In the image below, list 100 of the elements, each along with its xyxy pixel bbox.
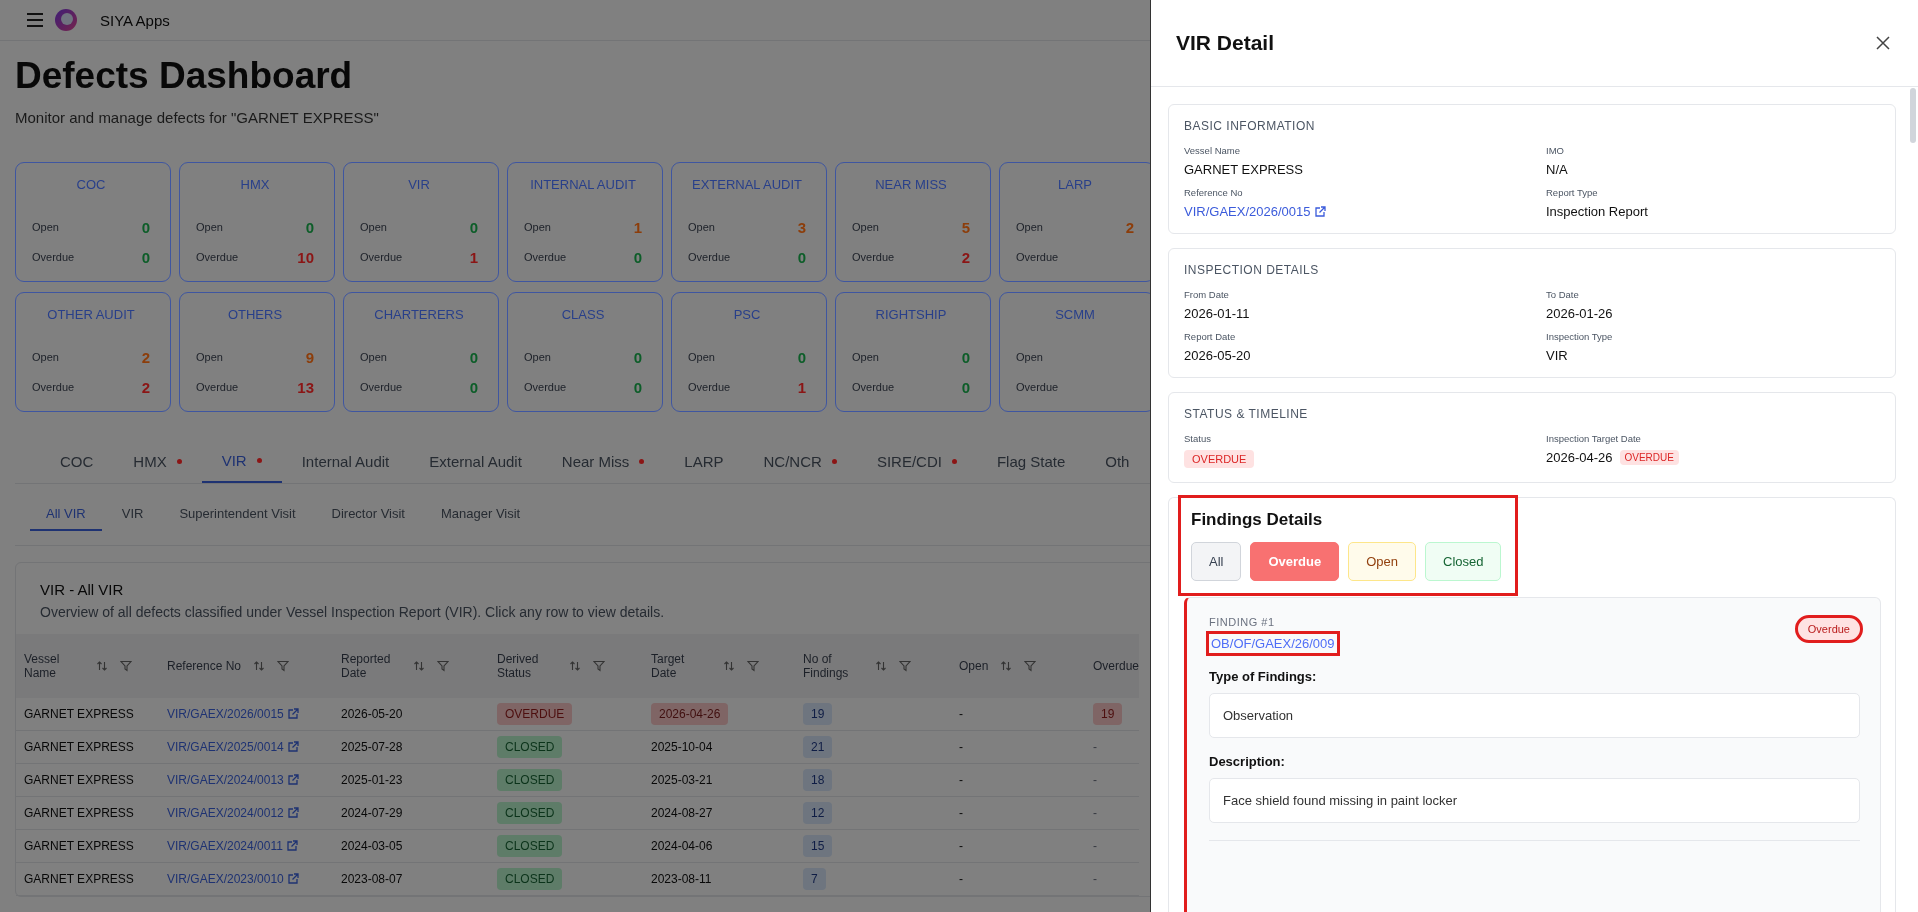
page-title: Defects Dashboard	[15, 55, 354, 97]
tab[interactable]: NC/NCR	[743, 440, 857, 483]
sub-tab[interactable]: All VIR	[30, 498, 102, 531]
sort-icon[interactable]	[253, 660, 266, 672]
summary-card[interactable]: CLASS Open 0 Overdue 0	[507, 292, 663, 412]
table-cell: 2024-08-27	[651, 806, 713, 820]
filter-icon[interactable]	[593, 660, 605, 672]
card-title: VIR	[407, 177, 431, 192]
metric-label: Overdue	[32, 381, 75, 393]
filter-button[interactable]: All	[1191, 542, 1242, 581]
filter-button[interactable]: Closed	[1425, 542, 1502, 581]
column-header[interactable]: Overdue	[1093, 659, 1140, 673]
metric-value: 0	[141, 248, 150, 266]
menu-icon[interactable]	[26, 13, 44, 27]
tab[interactable]: SIRE/CDI	[856, 440, 977, 483]
sort-icon[interactable]	[875, 660, 887, 672]
alert-dot	[256, 458, 262, 463]
filter-button[interactable]: Open	[1348, 542, 1416, 581]
metric-value: 13	[297, 378, 314, 396]
tab[interactable]: HMX	[113, 440, 202, 483]
summary-card[interactable]: CHARTERERS Open 0 Overdue 0	[343, 292, 499, 412]
metric-label: Open	[524, 221, 551, 233]
reference-link[interactable]: VIR/GAEX/2024/0013	[167, 773, 299, 787]
column-header[interactable]: Reported Date	[341, 652, 401, 680]
metric-label: Overdue	[524, 381, 567, 393]
table-row[interactable]: GARNET EXPRESS VIR/GAEX/2026/0015 2026-05-20 OVERDUE 2026-04-26 19 - 19	[16, 698, 1140, 731]
summary-card[interactable]: EXTERNAL AUDIT Open 3 Overdue 0	[671, 162, 827, 282]
scrollbar-thumb[interactable]	[1910, 88, 1916, 143]
filter-button[interactable]: Overdue	[1250, 542, 1340, 581]
reference-link[interactable]: VIR/GAEX/2024/0012	[167, 806, 299, 820]
summary-card[interactable]: PSC Open 0 Overdue 1	[671, 292, 827, 412]
metric-label: Open	[196, 351, 223, 363]
filter-icon[interactable]	[277, 660, 290, 672]
status-badge: CLOSED	[497, 769, 563, 791]
sub-tab[interactable]: Superintendent Visit	[163, 498, 312, 531]
summary-card[interactable]: INTERNAL AUDIT Open 1 Overdue 0	[507, 162, 663, 282]
summary-card[interactable]: RIGHTSHIP Open 0 Overdue 0	[835, 292, 991, 412]
sub-tab[interactable]: VIR	[105, 498, 160, 531]
sort-icon[interactable]	[413, 660, 425, 672]
sort-icon[interactable]	[723, 660, 735, 672]
filter-icon[interactable]	[747, 660, 759, 672]
alert-dot	[951, 459, 957, 464]
table-cell: -	[951, 796, 1085, 830]
column-header[interactable]: Reference No	[167, 659, 242, 673]
table-cell: 2026-05-20	[333, 698, 489, 731]
table-row[interactable]: GARNET EXPRESS VIR/GAEX/2025/0014 2025-07-28 CLOSED 2025-10-04 21 - -	[16, 730, 1140, 764]
metric-label: Open	[360, 351, 387, 363]
field-value: Face shield found missing in paint locker	[1209, 778, 1860, 823]
sub-tab[interactable]: Manager Visit	[425, 498, 537, 531]
column-header[interactable]: Target Date	[651, 652, 711, 680]
page-subtitle: Monitor and manage defects for "GARNET EXPRESS"	[15, 109, 380, 126]
table-row[interactable]: GARNET EXPRESS VIR/GAEX/2024/0013 2025-01-23 CLOSED 2025-03-21 18 - -	[16, 763, 1140, 797]
table-row[interactable]: GARNET EXPRESS VIR/GAEX/2024/0011 2024-03-05 CLOSED 2024-04-06 15 - -	[16, 829, 1140, 863]
finding-reference-link[interactable]: OB/OF/GAEX/26/009	[1209, 634, 1337, 653]
summary-card[interactable]: OTHER AUDIT Open 2 Overdue 2	[15, 292, 171, 412]
tab[interactable]: External Audit	[409, 440, 542, 483]
tab[interactable]: VIR	[201, 440, 282, 483]
filter-icon[interactable]	[120, 660, 132, 672]
table-cell: -	[1093, 839, 1097, 853]
tab[interactable]: Oth	[1085, 440, 1150, 483]
metric-label: Overdue	[1016, 381, 1059, 393]
reference-link[interactable]: VIR/GAEX/2026/0015	[1184, 204, 1327, 219]
summary-card[interactable]: SCMM Open Overdue	[999, 292, 1150, 412]
sort-icon[interactable]	[96, 660, 108, 672]
reference-link[interactable]: VIR/GAEX/2023/0010	[167, 872, 299, 886]
metric-value: 5	[961, 218, 970, 236]
column-header[interactable]: No of Findings	[803, 652, 863, 680]
reference-link[interactable]: VIR/GAEX/2025/0014	[167, 740, 299, 754]
column-header[interactable]: Open	[959, 659, 989, 673]
external-link-icon	[286, 873, 299, 885]
summary-card[interactable]: HMX Open 0 Overdue 10	[179, 162, 335, 282]
reference-link[interactable]: VIR/GAEX/2026/0015	[167, 707, 299, 721]
column-header[interactable]: Vessel Name	[24, 652, 84, 680]
count-badge: 19	[1093, 703, 1123, 725]
external-link-icon	[286, 708, 299, 720]
summary-card[interactable]: NEAR MISS Open 5 Overdue 2	[835, 162, 991, 282]
summary-card[interactable]: COC Open 0 Overdue 0	[15, 162, 171, 282]
tab[interactable]: Internal Audit	[281, 440, 410, 483]
tab[interactable]: Near Miss	[541, 440, 665, 483]
filter-icon[interactable]	[899, 660, 911, 672]
metric-label: Overdue	[1016, 251, 1059, 263]
table-cell: GARNET EXPRESS	[16, 796, 159, 830]
summary-card[interactable]: OTHERS Open 9 Overdue 13	[179, 292, 335, 412]
tab[interactable]: LARP	[664, 440, 744, 483]
sub-tab[interactable]: Director Visit	[315, 498, 421, 531]
count-badge: 18	[803, 769, 833, 791]
summary-card[interactable]: LARP Open 2 Overdue	[999, 162, 1150, 282]
table-row[interactable]: GARNET EXPRESS VIR/GAEX/2023/0010 2023-08-07 CLOSED 2023-08-11 7 - -	[16, 862, 1140, 896]
reference-link[interactable]: VIR/GAEX/2024/0011	[167, 839, 298, 853]
table-row[interactable]: GARNET EXPRESS VIR/GAEX/2024/0012 2024-07-29 CLOSED 2024-08-27 12 - -	[16, 796, 1140, 830]
table-cell: -	[1093, 872, 1097, 886]
sort-icon[interactable]	[569, 660, 581, 672]
filter-icon[interactable]	[437, 660, 449, 672]
tab[interactable]: COC	[40, 440, 114, 483]
column-header[interactable]: Derived Status	[497, 652, 557, 680]
close-icon[interactable]	[1876, 36, 1890, 50]
sort-icon[interactable]	[1000, 660, 1013, 672]
tab[interactable]: Flag State	[976, 440, 1086, 483]
summary-card[interactable]: VIR Open 0 Overdue 1	[343, 162, 499, 282]
filter-icon[interactable]	[1024, 660, 1037, 672]
